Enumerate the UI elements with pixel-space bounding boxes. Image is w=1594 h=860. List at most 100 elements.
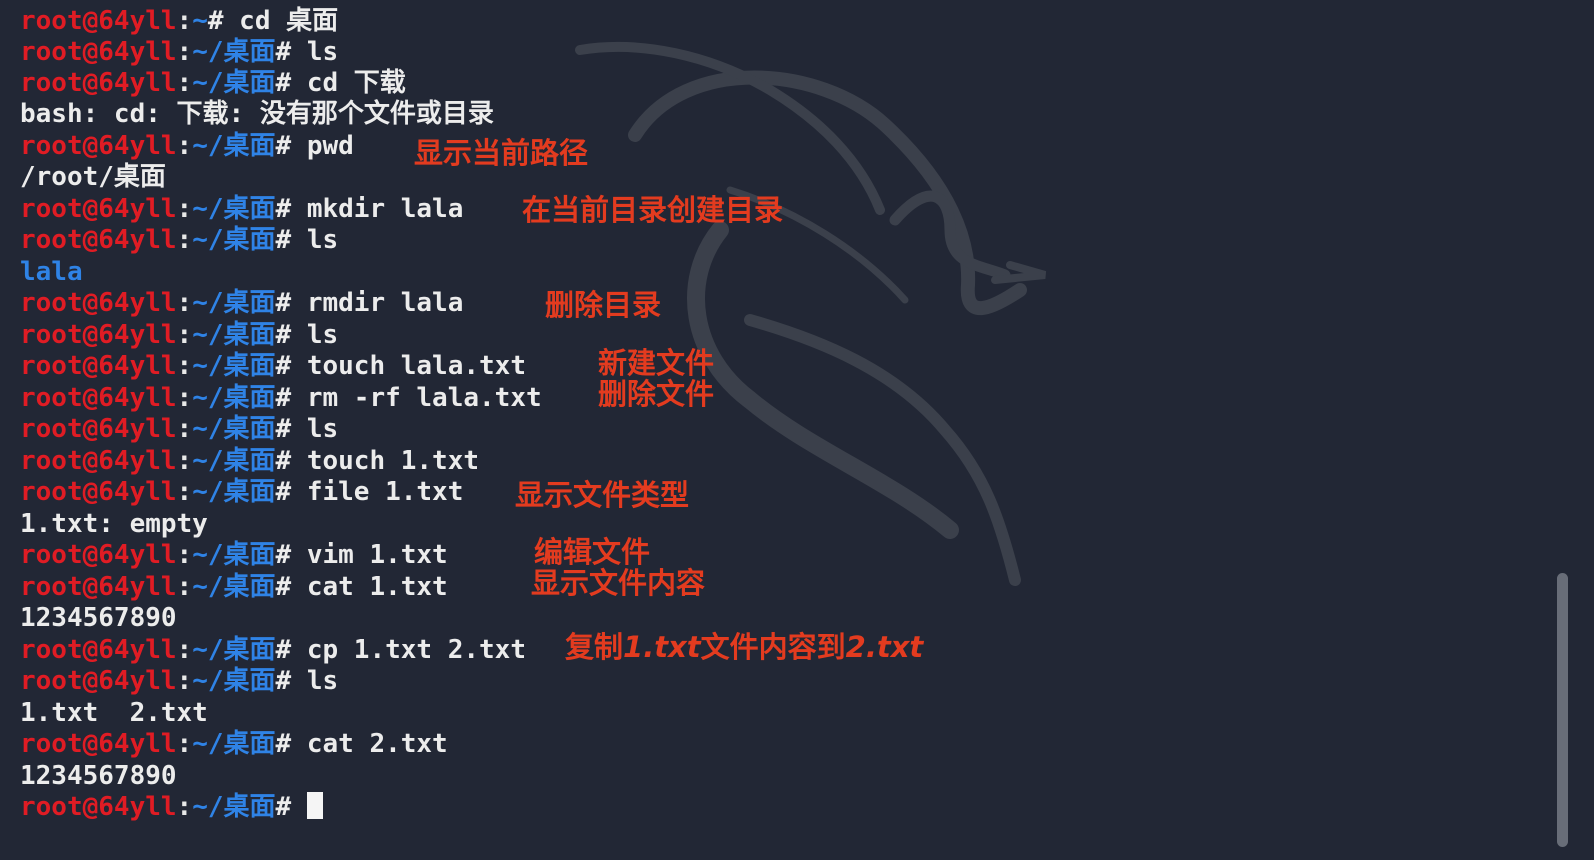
prompt-hash: # [275,383,292,413]
prompt-separator: : [176,572,193,602]
prompt-separator: : [176,131,193,161]
terminal-line: root@64yll:~/桌面# ls [20,666,338,697]
prompt-path: ~/桌面 [192,729,276,759]
annotation-vim: 编辑文件 [534,535,651,569]
prompt-separator: : [176,540,193,570]
terminal-output: 1.txt: empty [20,509,208,539]
prompt-separator: : [176,446,193,476]
annotation-file: 显示文件类型 [515,478,690,512]
terminal-line: root@64yll:~/桌面# rmdir lala [20,288,463,319]
prompt-path: ~/桌面 [192,288,276,318]
prompt-user: root@64yll [20,540,177,570]
prompt-hash: # [275,414,292,444]
prompt-user: root@64yll [20,666,177,696]
prompt-separator: : [176,414,193,444]
annotation-cp-file2: 2.txt [845,630,924,664]
terminal-output: 1234567890 [20,761,177,791]
terminal-line: root@64yll:~/桌面# cat 2.txt [20,729,448,760]
terminal-output: bash: cd: 下载: 没有那个文件或目录 [20,99,494,129]
prompt-separator: : [176,792,193,822]
terminal-window[interactable]: root@64yll:~# cd 桌面 root@64yll:~/桌面# ls … [0,0,1594,860]
command-text: pwd [291,131,354,161]
prompt-hash: # [275,225,292,255]
prompt-hash: # [275,68,292,98]
prompt-path: ~ [192,6,208,36]
terminal-input-line[interactable]: root@64yll:~/桌面# [20,792,323,823]
prompt-separator: : [176,194,193,224]
prompt-path: ~/桌面 [192,792,276,822]
command-text: ls [291,225,339,255]
terminal-line: root@64yll:~/桌面# pwd [20,131,354,162]
prompt-hash: # [275,446,292,476]
prompt-separator: : [176,6,193,36]
prompt-path: ~/桌面 [192,131,276,161]
prompt-user: root@64yll [20,225,177,255]
command-text: mkdir lala [291,194,464,224]
command-text: touch lala.txt [291,351,526,381]
directory-listing-item: lala [20,257,83,287]
prompt-separator: : [176,320,193,350]
annotation-cp-prefix: 复制 [565,630,624,664]
prompt-path: ~/桌面 [192,540,276,570]
prompt-path: ~/桌面 [192,194,276,224]
prompt-hash: # [275,792,292,822]
command-text: rm -rf lala.txt [291,383,542,413]
terminal-line: root@64yll:~/桌面# rm -rf lala.txt [20,383,542,414]
command-input[interactable] [291,792,307,822]
terminal-line: root@64yll:~/桌面# vim 1.txt [20,540,448,571]
terminal-line: root@64yll:~/桌面# ls [20,37,338,68]
annotation-pwd: 显示当前路径 [414,136,589,170]
command-text: ls [291,414,339,444]
prompt-user: root@64yll [20,194,177,224]
annotation-cp-file1: 1.txt [623,630,701,664]
prompt-user: root@64yll [20,131,177,161]
annotation-cat: 显示文件内容 [531,566,706,600]
command-text: cd 下载 [291,68,406,98]
terminal-line: root@64yll:~/桌面# cat 1.txt [20,572,448,603]
terminal-line: root@64yll:~/桌面# ls [20,225,338,256]
prompt-hash: # [275,288,292,318]
command-text: ls [291,666,339,696]
prompt-path: ~/桌面 [192,572,276,602]
prompt-user: root@64yll [20,414,177,444]
command-text: cat 2.txt [291,729,448,759]
terminal-line: root@64yll:~/桌面# ls [20,414,338,445]
prompt-user: root@64yll [20,383,177,413]
command-text: rmdir lala [291,288,464,318]
command-text: vim 1.txt [291,540,448,570]
prompt-user: root@64yll [20,729,177,759]
prompt-user: root@64yll [20,477,177,507]
prompt-separator: : [176,37,193,67]
terminal-line: root@64yll:~/桌面# ls [20,320,338,351]
terminal-line: root@64yll:~/桌面# mkdir lala [20,194,463,225]
vertical-scrollbar[interactable] [1557,573,1568,847]
command-text: ls [291,320,339,350]
terminal-line: root@64yll:~/桌面# cd 下载 [20,68,406,99]
prompt-hash: # [275,540,292,570]
prompt-path: ~/桌面 [192,320,276,350]
prompt-user: root@64yll [20,792,177,822]
prompt-hash: # [275,666,292,696]
annotation-mkdir: 在当前目录创建目录 [522,193,784,227]
command-text: file 1.txt [291,477,464,507]
annotation-touch: 新建文件 [598,346,715,380]
prompt-hash: # [275,131,292,161]
command-text: cd 桌面 [223,6,339,36]
prompt-hash: # [275,635,292,665]
prompt-user: root@64yll [20,320,177,350]
prompt-path: ~/桌面 [192,446,276,476]
prompt-user: root@64yll [20,572,177,602]
prompt-separator: : [176,635,193,665]
command-text: ls [291,37,339,67]
terminal-line: root@64yll:~/桌面# file 1.txt [20,477,463,508]
prompt-separator: : [176,225,193,255]
command-text: touch 1.txt [291,446,480,476]
prompt-separator: : [176,288,193,318]
prompt-hash: # [275,37,292,67]
prompt-user: root@64yll [20,37,177,67]
annotation-rmdir: 删除目录 [545,288,662,322]
prompt-path: ~/桌面 [192,477,276,507]
prompt-user: root@64yll [20,635,177,665]
block-cursor-icon [306,792,323,819]
prompt-separator: : [176,351,193,381]
